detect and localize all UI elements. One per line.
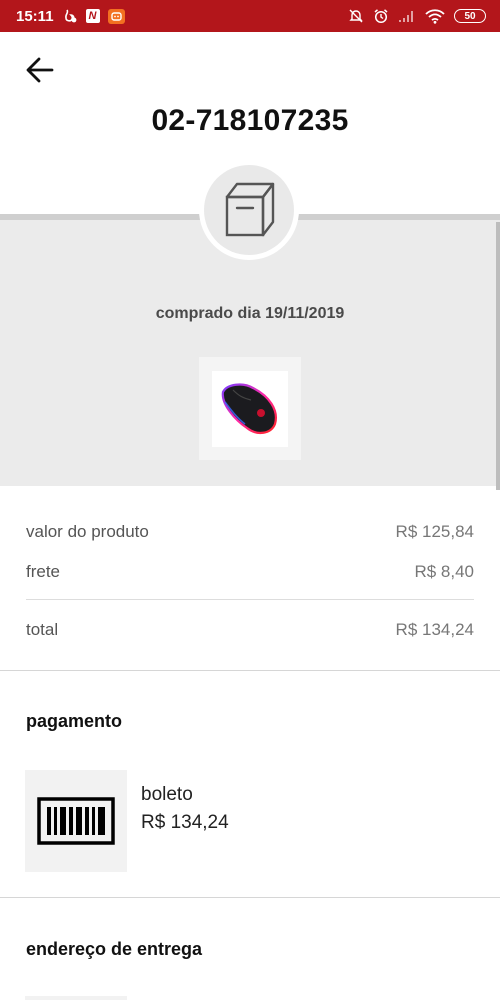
gaming-mouse-image (212, 370, 288, 447)
barcode-icon (37, 797, 115, 845)
shipping-row: frete R$ 8,40 (26, 562, 474, 582)
payment-method: boleto (141, 784, 193, 805)
status-time: 15:11 (16, 7, 54, 25)
shipping-amount: R$ 8,40 (414, 562, 474, 581)
scrollbar[interactable] (496, 222, 500, 490)
purchase-date: comprado dia 19/11/2019 (155, 305, 345, 322)
payment-section-title: pagamento (26, 711, 123, 731)
nu-app-icon: N (85, 9, 100, 23)
fire-icon (62, 9, 78, 23)
app-icon (107, 8, 125, 24)
total-amount: R$ 134,24 (395, 620, 474, 639)
product-value-label: valor do produto (26, 522, 149, 541)
mute-icon (348, 8, 364, 24)
shipping-label: frete (26, 562, 61, 581)
status-left: 15:11 N (16, 8, 125, 25)
wifi-icon (425, 8, 445, 24)
payment-icon-box (25, 770, 127, 872)
delivery-section-title: endereço de entrega (26, 939, 203, 959)
battery-icon: 50 (454, 9, 486, 23)
section-divider-2 (0, 897, 500, 898)
product-value-row: valor do produto R$ 125,84 (26, 522, 474, 542)
alarm-icon (373, 8, 389, 24)
address-icon-box (25, 996, 127, 1000)
status-right: 50 (348, 8, 486, 24)
order-id-title: 02-718107235 (151, 104, 349, 137)
total-row: total R$ 134,24 (26, 620, 474, 640)
total-label: total (26, 620, 59, 639)
signal-icon (398, 9, 416, 23)
arrow-left-icon (26, 57, 54, 83)
order-detail-screen: 15:11 N 50 02-718107235 comprado dia 19/… (0, 0, 500, 1000)
payment-amount: R$ 134,24 (141, 812, 229, 833)
status-icon-circle (199, 160, 299, 260)
section-divider (0, 670, 500, 671)
back-button[interactable] (20, 52, 60, 88)
product-value-amount: R$ 125,84 (395, 522, 474, 541)
summary-divider (26, 599, 474, 600)
status-bar: 15:11 N 50 (0, 0, 500, 32)
box-icon (225, 182, 275, 237)
product-thumbnail[interactable] (199, 357, 301, 460)
